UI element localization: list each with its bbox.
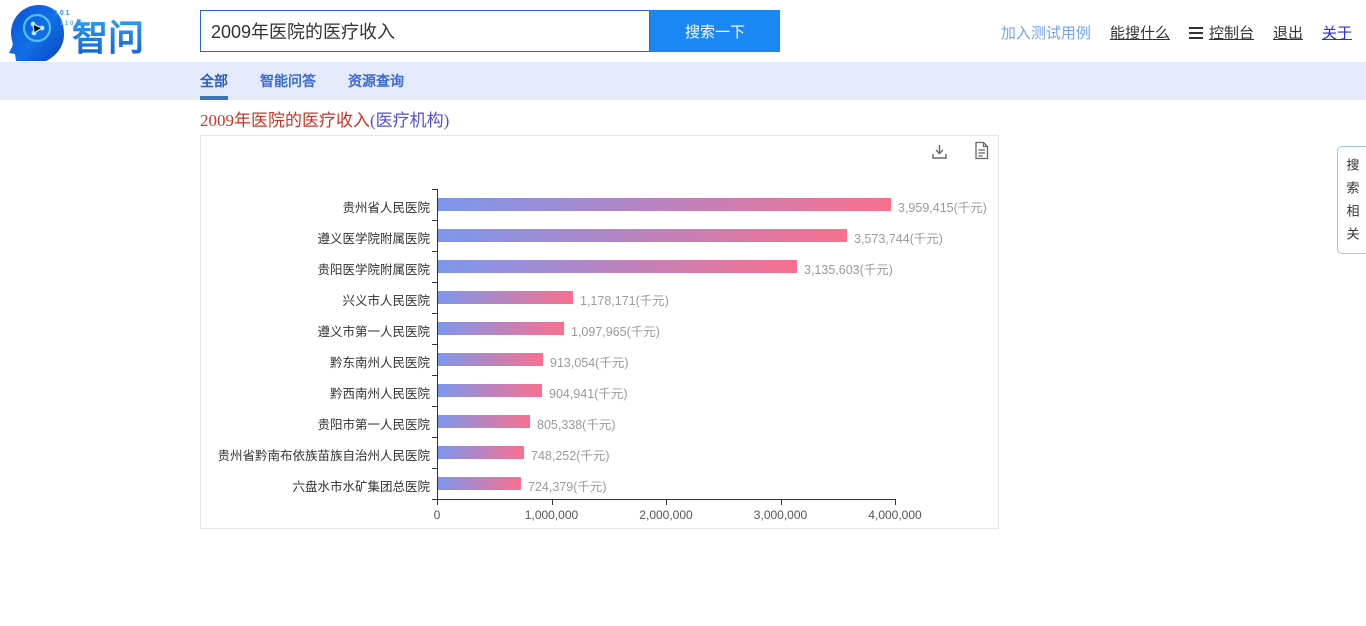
logo-text: 智问 (72, 17, 144, 58)
x-tick-label: 1,000,000 (525, 508, 578, 522)
x-tick-label: 4,000,000 (868, 508, 921, 522)
result-title: 2009年医院的医疗收入(医疗机构) (200, 106, 449, 131)
x-axis-tick (781, 499, 782, 505)
y-axis-tick (432, 468, 437, 469)
category-label: 贵州省黔南布依族苗族自治州人民医院 (201, 445, 430, 464)
y-axis-tick (432, 344, 437, 345)
svg-text:1 0 1: 1 0 1 (54, 10, 70, 17)
bar-value-label: 913,054(千元) (550, 352, 629, 371)
x-tick-label: 2,000,000 (639, 508, 692, 522)
search-related-label: 搜索相关 (1346, 158, 1359, 253)
search-button[interactable]: 搜索一下 (650, 10, 780, 52)
y-axis-tick (432, 313, 437, 314)
category-label: 六盘水市水矿集团总医院 (201, 476, 430, 495)
tab-all[interactable]: 全部 (200, 62, 228, 100)
y-axis-tick (432, 406, 437, 407)
bar-value-label: 724,379(千元) (528, 476, 607, 495)
logo-head-icon: 1 0 1 1 1 0 (9, 5, 74, 61)
category-label: 贵阳市第一人民医院 (201, 414, 430, 433)
result-title-main: 2009年医院的医疗收入 (200, 111, 370, 130)
bar (438, 384, 542, 397)
bar-value-label: 805,338(千元) (537, 414, 616, 433)
category-label: 黔东南州人民医院 (201, 352, 430, 371)
bar (438, 198, 891, 211)
chart-card: 0 1,000,000 2,000,000 3,000,000 4,000,000 贵州省… (200, 135, 999, 529)
bar (438, 291, 573, 304)
category-label: 遵义市第一人民医院 (201, 321, 430, 340)
search-related-panel[interactable]: 搜索相关 (1337, 146, 1366, 254)
category-label: 贵阳医学院附属医院 (201, 259, 430, 278)
x-axis-tick (666, 499, 667, 505)
bar-value-label: 3,135,603(千元) (804, 259, 893, 278)
x-tick-label: 0 (434, 508, 441, 522)
y-axis-tick (432, 251, 437, 252)
bar-value-label: 1,178,171(千元) (580, 290, 669, 309)
result-title-suffix: (医疗机构) (370, 111, 449, 130)
link-console[interactable]: 控制台 (1189, 22, 1254, 43)
x-axis-tick (437, 499, 438, 505)
search-bar: 搜索一下 (200, 10, 780, 52)
tab-smart-qa[interactable]: 智能问答 (260, 62, 316, 100)
hamburger-icon (1189, 27, 1203, 39)
result-tabbar: 全部 智能问答 资源查询 (0, 62, 1366, 100)
app-logo[interactable]: 1 0 1 1 1 0 智问 (6, 3, 176, 61)
top-links: 加入测试用例 能搜什么 控制台 退出 关于 (1001, 22, 1352, 43)
category-label: 遵义医学院附属医院 (201, 228, 430, 247)
bar-value-label: 3,959,415(千元) (898, 197, 987, 216)
x-axis-tick (552, 499, 553, 505)
bar (438, 260, 797, 273)
bar (438, 477, 521, 490)
bar (438, 229, 847, 242)
bar-value-label: 1,097,965(千元) (571, 321, 660, 340)
bar-value-label: 904,941(千元) (549, 383, 628, 402)
bar (438, 353, 543, 366)
link-console-label[interactable]: 控制台 (1209, 22, 1254, 43)
search-input[interactable] (200, 10, 650, 52)
link-join-test-cases[interactable]: 加入测试用例 (1001, 22, 1091, 43)
bar (438, 322, 564, 335)
bar (438, 446, 524, 459)
x-tick-label: 3,000,000 (754, 508, 807, 522)
y-axis-tick (432, 375, 437, 376)
bar (438, 415, 530, 428)
category-label: 兴义市人民医院 (201, 290, 430, 309)
y-axis-tick (432, 189, 437, 190)
link-about[interactable]: 关于 (1322, 22, 1352, 43)
y-axis-tick (432, 220, 437, 221)
category-label: 黔西南州人民医院 (201, 383, 430, 402)
y-axis-tick (432, 282, 437, 283)
link-logout[interactable]: 退出 (1273, 22, 1303, 43)
app-header: 1 0 1 1 1 0 智问 搜索一下 加入测试用例 能搜什么 控制台 退出 关… (0, 0, 1366, 62)
y-axis-tick (432, 437, 437, 438)
category-label: 贵州省人民医院 (201, 197, 430, 216)
link-what-can-search[interactable]: 能搜什么 (1110, 22, 1170, 43)
bar-value-label: 748,252(千元) (531, 445, 610, 464)
x-axis-tick (895, 499, 896, 505)
plot-area: 0 1,000,000 2,000,000 3,000,000 4,000,000 贵州省… (201, 136, 998, 528)
bar-value-label: 3,573,744(千元) (854, 228, 943, 247)
tab-resource-query[interactable]: 资源查询 (348, 62, 404, 100)
